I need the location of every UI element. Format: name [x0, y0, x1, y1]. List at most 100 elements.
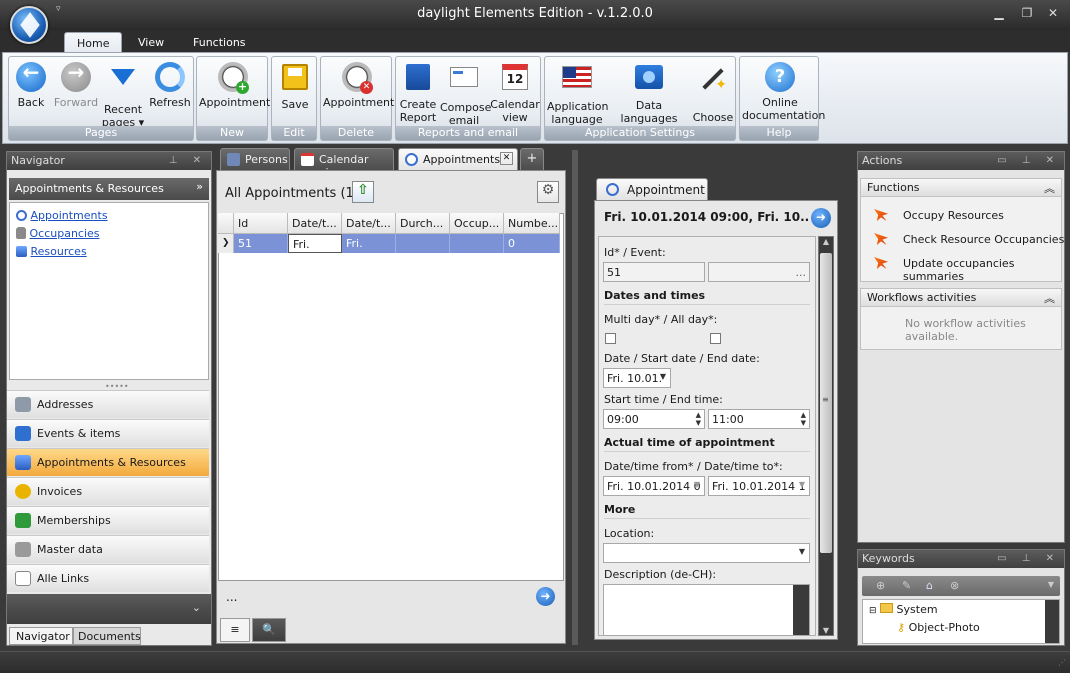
delete-appointment-button[interactable]: ✕ Appointment — [323, 61, 394, 109]
tree-item-occupancies[interactable]: Occupancies — [16, 227, 100, 240]
close-tab-icon[interactable]: ✕ — [500, 152, 513, 165]
add-keyword-icon[interactable]: ⊕ — [876, 579, 885, 592]
forward-button[interactable]: → Forward — [53, 61, 99, 109]
detail-navigate-button[interactable]: ➜ — [811, 208, 831, 228]
scroll-down-icon[interactable]: ▼ — [821, 626, 831, 635]
nav-button-addresses[interactable]: Addresses — [7, 390, 209, 418]
spinner-icon[interactable]: ▲ ▼ — [801, 411, 806, 427]
application-menu-button[interactable] — [10, 6, 48, 44]
collapse-node-icon[interactable]: ⊟ — [869, 606, 877, 616]
table-cell[interactable]: 0 — [504, 234, 560, 253]
refresh-button[interactable]: Refresh — [147, 61, 193, 109]
resize-grip-icon[interactable]: ⋰ — [1058, 658, 1066, 667]
scroll-thumb[interactable]: ≡ — [820, 253, 832, 553]
action-occupy-resources[interactable]: Occupy Resources — [903, 209, 1004, 222]
column-header[interactable]: Date/t... — [342, 213, 396, 234]
dropdown-caret-icon[interactable]: ▼ — [1048, 580, 1054, 589]
list-view-tab[interactable]: ≡ — [220, 618, 250, 642]
action-check-resource-occupancies[interactable]: Check Resource Occupancies — [903, 233, 1064, 246]
remove-keyword-icon[interactable]: ⊗ — [950, 579, 959, 592]
dropdown-caret-icon[interactable]: ▼ — [799, 547, 805, 556]
tree-item-appointments[interactable]: Appointments — [16, 209, 108, 222]
event-picker[interactable]: ... — [708, 262, 810, 282]
start-time-input[interactable]: 09:00 ▲ ▼ — [603, 409, 705, 429]
list-settings-button[interactable]: ⚙ — [537, 181, 559, 203]
nav-button-master-data[interactable]: Master data — [7, 535, 209, 563]
multi-day-checkbox[interactable] — [605, 333, 616, 344]
tree-scrollbar[interactable] — [1045, 600, 1059, 643]
detail-tab-appointment[interactable]: Appointment — [596, 178, 708, 200]
collapse-icon[interactable]: ︽ — [1044, 290, 1055, 306]
column-header[interactable]: Occup... — [450, 213, 504, 234]
column-header[interactable]: Id — [234, 213, 288, 234]
tree-node-system[interactable]: ⊟ System — [869, 603, 938, 616]
nav-button-memberships[interactable]: Memberships — [7, 506, 209, 534]
nav-button-alle-links[interactable]: Alle Links — [7, 564, 209, 592]
tree-item-resources[interactable]: Resources — [16, 245, 87, 258]
maximize-icon[interactable]: ❐ — [1018, 6, 1036, 22]
description-textarea[interactable] — [603, 584, 810, 636]
tab-documents[interactable]: Documents — [73, 627, 141, 645]
collapse-icon[interactable]: ︽ — [1044, 180, 1055, 196]
action-update-occupancies[interactable]: Update occupancies summaries — [903, 257, 1070, 283]
new-appointment-button[interactable]: + Appointment — [199, 61, 270, 109]
back-button[interactable]: ← Back — [13, 61, 49, 109]
column-header[interactable]: Numbe... — [504, 213, 560, 234]
doc-tab-persons[interactable]: Persons — [220, 148, 290, 170]
actual-to-picker[interactable]: Fri. 10.01.2014 1 ▼ — [708, 476, 810, 496]
location-select[interactable]: ▼ — [603, 543, 810, 563]
quick-access-dropdown-icon[interactable]: ▿ — [56, 4, 70, 18]
go-arrow-button[interactable]: ➜ — [536, 587, 555, 606]
column-header[interactable]: Durch... — [396, 213, 450, 234]
nav-button-events-items[interactable]: Events & items — [7, 419, 209, 447]
workflows-header[interactable]: Workflows activities ︽ — [861, 289, 1061, 307]
dropdown-caret-icon[interactable]: ▼ — [799, 480, 805, 489]
nav-button-invoices[interactable]: Invoices — [7, 477, 209, 505]
table-cell[interactable] — [450, 234, 504, 253]
export-list-button[interactable]: ⇧ — [352, 181, 374, 203]
edit-keyword-icon[interactable]: ✎ — [902, 579, 911, 592]
functions-header[interactable]: Functions ︽ — [861, 179, 1061, 197]
recent-pages-button[interactable]: Recent pages ▾ — [101, 61, 145, 129]
tab-navigator[interactable]: Navigator — [9, 627, 73, 645]
dropdown-caret-icon[interactable]: ▼ — [660, 372, 666, 381]
tab-home[interactable]: Home — [64, 32, 123, 52]
all-day-checkbox[interactable] — [710, 333, 721, 344]
compose-email-button[interactable]: Compose email — [440, 61, 491, 127]
panel-window-icons[interactable]: ▭ ⊥ ✕ — [997, 152, 1060, 170]
collapse-double-chevron-icon[interactable]: » — [196, 180, 203, 193]
end-time-input[interactable]: 11:00 ▲ ▼ — [708, 409, 810, 429]
panel-window-icons[interactable]: ▭ ⊥ ✕ — [997, 550, 1060, 568]
table-cell[interactable]: 51 — [234, 234, 288, 253]
search-view-tab[interactable]: 🔍 — [252, 618, 286, 642]
doc-tab-calendar-view[interactable]: Calendar view — [294, 148, 394, 179]
textarea-scrollbar[interactable] — [793, 585, 809, 635]
column-header[interactable]: Date/t... — [288, 213, 342, 234]
pin-close-icons[interactable]: ⊥ ✕ — [169, 152, 207, 170]
date-picker[interactable]: Fri. 10.01. ▼ — [603, 368, 671, 388]
navigator-section-header[interactable]: Appointments & Resources» — [9, 178, 209, 200]
spinner-icon[interactable]: ▲ ▼ — [696, 411, 701, 427]
save-button[interactable]: Save — [274, 61, 316, 111]
nav-button-appointments-resources[interactable]: Appointments & Resources — [7, 448, 209, 476]
row-selector-icon[interactable]: ❯ — [218, 234, 234, 253]
calendar-view-button[interactable]: 12 Calendar view — [490, 61, 540, 124]
doc-tab-appointments[interactable]: Appointments ✕ — [398, 148, 518, 170]
table-cell[interactable]: Fri. — [342, 234, 396, 253]
tree-node-object-photo[interactable]: ⚷ Object-Photo — [897, 621, 980, 634]
minimize-icon[interactable]: ▁ — [990, 6, 1008, 22]
table-cell[interactable]: Fri. — [288, 234, 342, 253]
online-documentation-button[interactable]: ? Online documentation — [742, 61, 825, 122]
tab-functions[interactable]: Functions — [181, 32, 258, 52]
tab-view[interactable]: View — [126, 32, 176, 52]
new-tab-button[interactable]: + — [520, 148, 544, 170]
vertical-splitter[interactable] — [572, 150, 578, 645]
table-cell[interactable] — [396, 234, 450, 253]
create-report-button[interactable]: Create Report — [398, 61, 438, 124]
actual-from-picker[interactable]: Fri. 10.01.2014 0 ▼ — [603, 476, 705, 496]
home-icon[interactable]: ⌂ — [926, 579, 933, 592]
chevron-down-icon[interactable]: ⌄ — [192, 601, 201, 614]
dropdown-caret-icon[interactable]: ▼ — [694, 480, 700, 489]
close-icon[interactable]: ✕ — [1044, 6, 1062, 22]
detail-scrollbar[interactable]: ▲ ≡ ▼ — [818, 236, 834, 636]
